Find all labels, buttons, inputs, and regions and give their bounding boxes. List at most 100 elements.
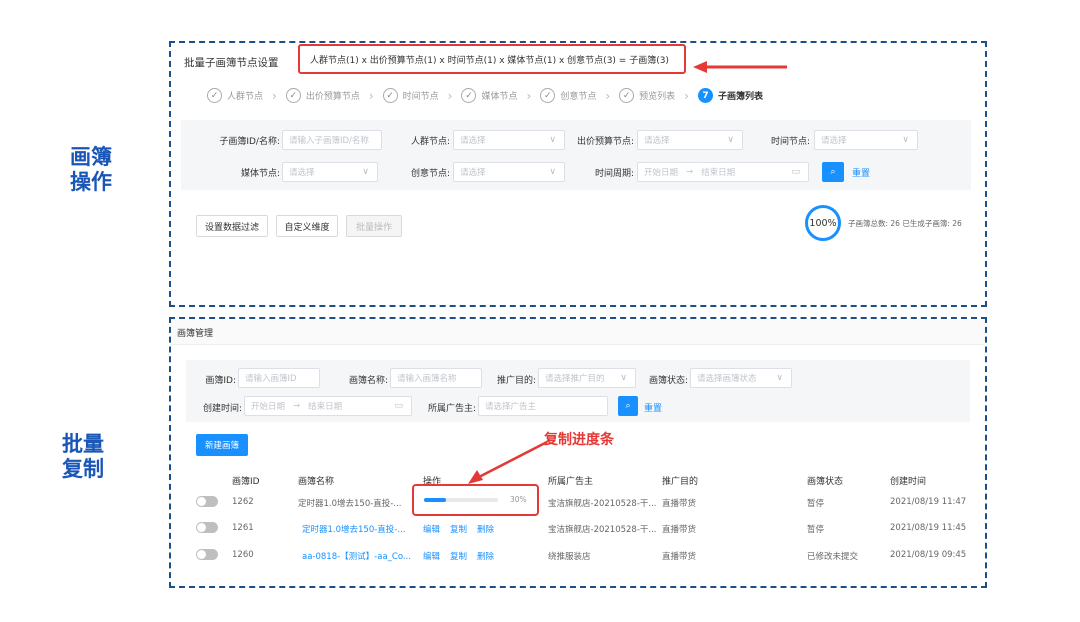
step-bar: ✓ 人群节点 › ✓ 出价预算节点 › ✓ 时间节点 › ✓ 媒体节点 › ✓ 创意节点 › ✓ 预览… bbox=[207, 88, 763, 103]
reset-link[interactable]: 重置 bbox=[852, 166, 870, 179]
node-formula: 人群节点(1) x 出价预算节点(1) x 时间节点(1) x 媒体节点(1) … bbox=[310, 55, 669, 66]
chevron-down-icon: ∨ bbox=[620, 373, 627, 383]
chevron-right-icon: › bbox=[447, 88, 453, 103]
row-created: 2021/08/19 09:45 bbox=[890, 550, 967, 560]
created-date-range[interactable]: 开始日期 → 结束日期 ▭ bbox=[244, 396, 412, 416]
step-label: 出价预算节点 bbox=[305, 92, 360, 102]
row-toggle[interactable] bbox=[196, 549, 218, 560]
bid-node-select[interactable]: 请选择 ∨ bbox=[637, 130, 743, 150]
batch-operation-button[interactable]: 批量操作 bbox=[346, 215, 402, 237]
row-name[interactable]: aa-0818-【测试】-aa_Co... bbox=[302, 550, 411, 562]
select-placeholder: 请选择 bbox=[821, 136, 847, 146]
callout-arrow-icon bbox=[468, 440, 548, 484]
row-advertiser: 绕推服装店 bbox=[548, 552, 591, 562]
canvas-manage-frame bbox=[169, 317, 987, 588]
period-date-range[interactable]: 开始日期 → 结束日期 ▭ bbox=[637, 162, 809, 182]
canvas-id-input[interactable]: 请输入画簿ID bbox=[238, 368, 320, 388]
calendar-icon: ▭ bbox=[791, 167, 800, 177]
new-canvas-button[interactable]: 新建画簿 bbox=[196, 434, 248, 456]
select-placeholder: 请选择 bbox=[460, 168, 486, 178]
check-circle-icon: ✓ bbox=[382, 88, 398, 103]
progress-percent: 100% bbox=[809, 217, 837, 229]
copy-progress-callout: 复制进度条 bbox=[544, 432, 614, 448]
media-node-select[interactable]: 请选择 ∨ bbox=[282, 162, 378, 182]
bid-node-label: 出价预算节点: bbox=[576, 137, 634, 147]
side-label-batch-copy: 批量 复制 bbox=[62, 432, 104, 481]
row-id: 1261 bbox=[232, 523, 254, 533]
check-circle-icon: ✓ bbox=[207, 88, 222, 103]
step-bid-budget[interactable]: ✓ 出价预算节点 › bbox=[285, 88, 383, 103]
step-sub-canvas-list[interactable]: 7 子画簿列表 bbox=[697, 88, 763, 103]
creative-node-select[interactable]: 请选择 ∨ bbox=[453, 162, 565, 182]
select-placeholder: 请选择 bbox=[460, 136, 486, 146]
canvas-id-label: 画簿ID: bbox=[205, 376, 236, 386]
custom-dimension-button[interactable]: 自定义维度 bbox=[276, 215, 338, 237]
copy-progress-fill bbox=[424, 498, 447, 502]
crowd-node-select[interactable]: 请选择 ∨ bbox=[453, 130, 565, 150]
step-preview[interactable]: ✓ 预览列表 › bbox=[619, 88, 698, 103]
end-date-placeholder: 结束日期 bbox=[308, 402, 343, 412]
step-creative[interactable]: ✓ 创意节点 › bbox=[540, 88, 619, 103]
chevron-right-icon: › bbox=[605, 88, 611, 103]
chevron-down-icon: ∨ bbox=[902, 135, 909, 145]
col-canvas-id: 画簿ID bbox=[232, 477, 260, 487]
copy-link[interactable]: 复制 bbox=[450, 523, 467, 535]
manage-title: 画簿管理 bbox=[177, 329, 214, 339]
select-placeholder: 请选择 bbox=[289, 168, 315, 178]
row-goal: 直播带货 bbox=[662, 499, 697, 509]
row-name[interactable]: 定时器1.0增去150-直投-... bbox=[298, 497, 401, 509]
created-label: 创建时间: bbox=[202, 404, 242, 414]
reset-link[interactable]: 重置 bbox=[644, 401, 662, 414]
row-toggle[interactable] bbox=[196, 496, 218, 507]
step-label: 预览列表 bbox=[639, 92, 676, 102]
row-status: 暂停 bbox=[807, 525, 825, 535]
red-arrow-icon bbox=[693, 61, 787, 73]
row-name[interactable]: 定时器1.0增去150-直投-... bbox=[302, 523, 405, 535]
copy-link[interactable]: 复制 bbox=[450, 550, 467, 562]
check-circle-icon: ✓ bbox=[540, 88, 556, 103]
step-label: 创意节点 bbox=[560, 92, 597, 102]
delete-link[interactable]: 删除 bbox=[477, 550, 494, 562]
chevron-down-icon: ∨ bbox=[776, 373, 783, 383]
edit-link[interactable]: 编辑 bbox=[423, 523, 440, 535]
goal-select[interactable]: 请选择推广目的 ∨ bbox=[538, 368, 636, 388]
edit-link[interactable]: 编辑 bbox=[423, 550, 440, 562]
step-media[interactable]: ✓ 媒体节点 › bbox=[461, 88, 540, 103]
row-advertiser: 宝洁旗舰店-20210528-干... bbox=[548, 525, 657, 535]
row-id: 1262 bbox=[232, 497, 254, 507]
status-select[interactable]: 请选择画簿状态 ∨ bbox=[690, 368, 792, 388]
row-toggle[interactable] bbox=[196, 522, 218, 533]
side-label-canvas-ops: 画簿 操作 bbox=[70, 145, 112, 194]
advertiser-select[interactable]: 请选择广告主 bbox=[478, 396, 608, 416]
delete-link[interactable]: 删除 bbox=[477, 523, 494, 535]
canvas-name-input[interactable]: 请输入画簿名称 bbox=[390, 368, 482, 388]
chevron-down-icon: ∨ bbox=[362, 167, 369, 177]
crowd-node-label: 人群节点: bbox=[410, 137, 450, 147]
row-advertiser: 宝洁旗舰店-20210528-干... bbox=[548, 499, 657, 509]
manage-header-bar bbox=[171, 319, 985, 345]
time-node-select[interactable]: 请选择 ∨ bbox=[814, 130, 918, 150]
data-filter-button[interactable]: 设置数据过滤 bbox=[196, 215, 268, 237]
search-button[interactable]: ⌕ bbox=[822, 162, 844, 182]
step-time[interactable]: ✓ 时间节点 › bbox=[382, 88, 462, 103]
canvas-name-label: 画簿名称: bbox=[348, 376, 388, 386]
period-label: 时间周期: bbox=[594, 169, 634, 179]
chevron-right-icon: › bbox=[526, 88, 532, 103]
media-node-label: 媒体节点: bbox=[240, 169, 280, 179]
creative-node-label: 创意节点: bbox=[410, 169, 450, 179]
col-canvas-name: 画簿名称 bbox=[298, 477, 335, 487]
start-date-placeholder: 开始日期 bbox=[644, 168, 679, 178]
row-status: 暂停 bbox=[807, 499, 825, 509]
chevron-down-icon: ∨ bbox=[549, 167, 556, 177]
step-crowd[interactable]: ✓ 人群节点 › bbox=[207, 88, 286, 103]
col-created: 创建时间 bbox=[890, 477, 927, 487]
select-placeholder: 请选择画簿状态 bbox=[697, 374, 757, 384]
row-id: 1260 bbox=[232, 550, 254, 560]
arrow-right-icon: → bbox=[293, 401, 301, 411]
select-placeholder: 请选择推广目的 bbox=[545, 374, 605, 384]
col-goal: 推广目的 bbox=[662, 477, 699, 487]
generation-progress-ring: 100% bbox=[805, 205, 841, 241]
calendar-icon: ▭ bbox=[394, 401, 403, 411]
search-button[interactable]: ⌕ bbox=[618, 396, 638, 416]
sub-canvas-id-input[interactable]: 请输入子画簿ID/名称 bbox=[282, 130, 382, 150]
